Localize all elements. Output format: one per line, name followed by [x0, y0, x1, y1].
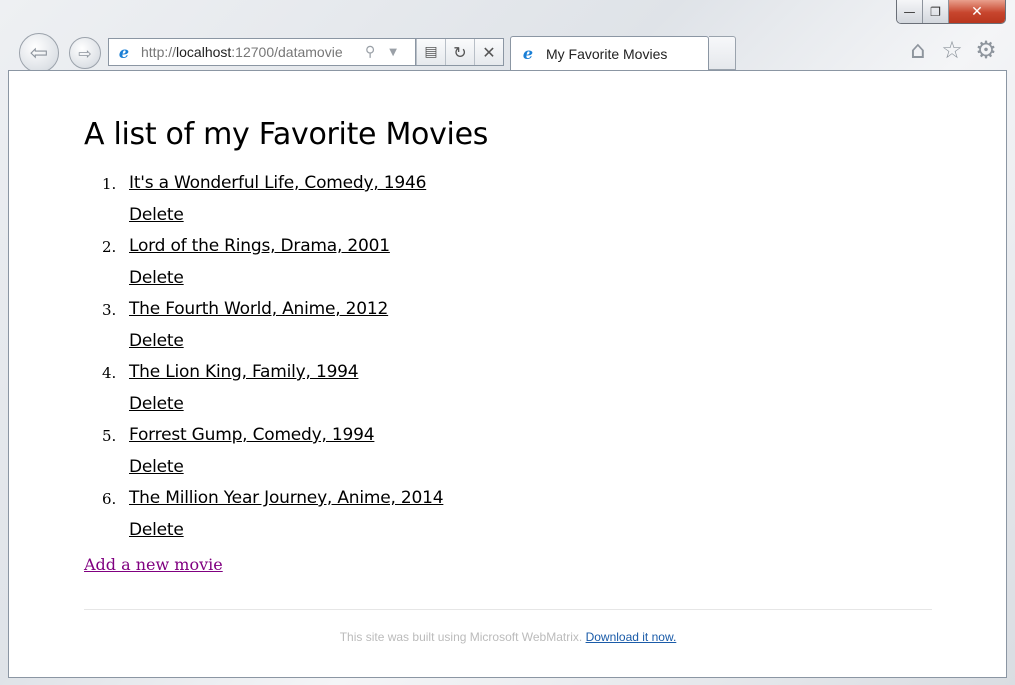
dropdown-icon[interactable]: ▼ [389, 47, 397, 58]
list-item-number: 4. [102, 364, 117, 382]
list-item-number: 2. [102, 238, 117, 256]
list-item: 1. It's a Wonderful Life, Comedy, 1946 Del… [84, 168, 933, 231]
list-item-number: 6. [102, 490, 117, 508]
window-controls: — ❐ ✕ [896, 0, 1006, 24]
toolbar-icons: ⌂ ☆ ⚙ [905, 36, 999, 64]
minimize-button[interactable]: — [897, 0, 923, 23]
list-item: 6. The Million Year Journey, Anime, 2014 D… [84, 483, 933, 546]
list-item: 2. Lord of the Rings, Drama, 2001 Delete [84, 231, 933, 294]
delete-link[interactable]: Delete [129, 451, 933, 483]
restore-button[interactable]: ❐ [923, 0, 949, 23]
movie-link[interactable]: The Million Year Journey, Anime, 2014 [129, 483, 933, 514]
url-host: localhost [176, 44, 232, 60]
url-prefix: http:// [141, 44, 177, 60]
movie-list: 1. It's a Wonderful Life, Comedy, 1946 Del… [84, 168, 933, 546]
tab-title: My Favorite Movies [546, 45, 668, 62]
movie-link[interactable]: The Fourth World, Anime, 2012 [129, 294, 933, 325]
tab-ie-logo-icon: e [522, 44, 534, 63]
favorites-star-icon[interactable]: ☆ [939, 36, 965, 64]
movie-link[interactable]: Lord of the Rings, Drama, 2001 [129, 231, 933, 262]
compatibility-view-button[interactable]: ▤ [416, 39, 445, 65]
list-item: 4. The Lion King, Family, 1994 Delete [84, 357, 933, 420]
refresh-button[interactable]: ↻ [445, 39, 474, 65]
movie-link[interactable]: The Lion King, Family, 1994 [129, 357, 933, 388]
refresh-icon: ↻ [453, 42, 467, 62]
list-item-number: 5. [102, 427, 117, 445]
back-arrow-icon: ⇦ [29, 40, 49, 66]
restore-icon: ❐ [930, 4, 941, 19]
stop-button[interactable]: ✕ [474, 39, 503, 65]
list-item-number: 3. [102, 301, 117, 319]
close-window-button[interactable]: ✕ [949, 0, 1005, 23]
address-bar[interactable]: e http://localhost:12700/datamovie ⚲ ▼ [108, 38, 416, 66]
forward-arrow-icon: ⇨ [78, 43, 92, 63]
settings-gear-icon[interactable]: ⚙ [973, 36, 999, 64]
address-url[interactable]: http://localhost:12700/datamovie [141, 44, 361, 60]
home-icon[interactable]: ⌂ [905, 36, 931, 64]
stop-icon: ✕ [482, 42, 496, 62]
search-icon[interactable]: ⚲ [365, 44, 375, 60]
address-tools: ▤ ↻ ✕ [416, 38, 504, 66]
forward-button[interactable]: ⇨ [69, 37, 101, 69]
ie-logo-icon: e [118, 42, 130, 62]
delete-link[interactable]: Delete [129, 262, 933, 294]
compatibility-view-icon: ▤ [424, 44, 438, 60]
movie-link[interactable]: Forrest Gump, Comedy, 1994 [129, 420, 933, 451]
footer-text: This site was built using Microsoft WebM… [339, 630, 586, 644]
movie-link[interactable]: It's a Wonderful Life, Comedy, 1946 [129, 168, 933, 199]
delete-link[interactable]: Delete [129, 199, 933, 231]
footer: This site was built using Microsoft WebM… [84, 609, 932, 644]
delete-link[interactable]: Delete [129, 514, 933, 546]
delete-link[interactable]: Delete [129, 388, 933, 420]
add-movie-link[interactable]: Add a new movie [84, 555, 223, 574]
minimize-icon: — [903, 4, 916, 19]
download-link[interactable]: Download it now. [586, 630, 677, 644]
list-item-number: 1. [102, 175, 117, 193]
list-item: 5. Forrest Gump, Comedy, 1994 Delete [84, 420, 933, 483]
url-rest: :12700/datamovie [231, 44, 343, 60]
page-title: A list of my Favorite Movies [84, 117, 489, 152]
close-icon: ✕ [971, 3, 983, 20]
page-content: A list of my Favorite Movies 1. It's a Wo… [8, 70, 1007, 678]
page-body: A list of my Favorite Movies 1. It's a Wo… [84, 71, 933, 644]
back-button[interactable]: ⇦ [19, 33, 59, 73]
list-item: 3. The Fourth World, Anime, 2012 Delete [84, 294, 933, 357]
new-tab-button[interactable] [709, 36, 736, 70]
delete-link[interactable]: Delete [129, 325, 933, 357]
tab-my-favorite-movies[interactable]: e My Favorite Movies [510, 36, 709, 70]
